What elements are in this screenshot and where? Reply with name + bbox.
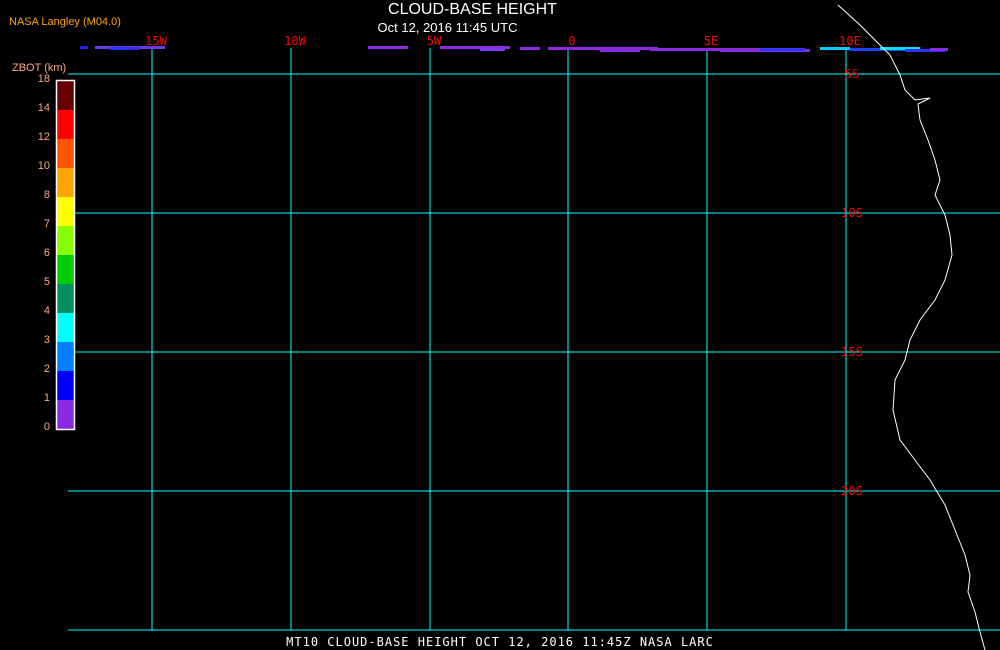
longitude-label: 10E bbox=[839, 34, 861, 48]
latitude-label: 20S bbox=[841, 484, 863, 498]
grid-labels: 15W 10W 5W 0 5E 10E 5S 10S 15S 20S bbox=[145, 34, 863, 498]
longitude-label: 15W bbox=[145, 34, 167, 48]
footer-caption: MT10 CLOUD-BASE HEIGHT OCT 12, 2016 11:4… bbox=[286, 635, 714, 649]
colorbar-swatch bbox=[57, 226, 74, 255]
latitude-label: 15S bbox=[841, 345, 863, 359]
colorbar-swatch bbox=[57, 139, 74, 168]
cloud-pixels bbox=[80, 46, 88, 49]
colorbar-tick-label: 18 bbox=[37, 73, 50, 85]
cloud-pixels bbox=[368, 46, 408, 49]
cloud-data bbox=[80, 46, 948, 52]
latitude-label: 10S bbox=[841, 206, 863, 220]
colorbar-swatch bbox=[57, 110, 74, 139]
coastline bbox=[837, 4, 986, 650]
timestamp: Oct 12, 2016 11:45 UTC bbox=[377, 20, 518, 35]
colorbar-swatch bbox=[57, 255, 74, 284]
colorbar-tick-label: 5 bbox=[43, 276, 50, 288]
colorbar-tick-label: 3 bbox=[43, 334, 50, 346]
colorbar-tick-label: 4 bbox=[43, 305, 50, 317]
colorbar-tick-label: 8 bbox=[43, 189, 50, 201]
colorbar-swatch bbox=[57, 168, 74, 197]
page-title: CLOUD-BASE HEIGHT bbox=[388, 1, 557, 18]
colorbar-tick-label: 7 bbox=[43, 218, 50, 230]
colorbar-tick-label: 2 bbox=[43, 363, 50, 375]
cloud-pixels bbox=[600, 49, 640, 52]
colorbar-tick-label: 14 bbox=[37, 102, 50, 114]
graticule bbox=[68, 48, 1000, 631]
colorbar-swatch bbox=[57, 313, 74, 342]
map-canvas: 15W 10W 5W 0 5E 10E 5S 10S 15S 20S bbox=[55, 4, 1000, 650]
colorbar-swatch bbox=[57, 400, 74, 429]
organization-label: NASA Langley (M04.0) bbox=[9, 16, 121, 28]
colorbar-swatch bbox=[57, 197, 74, 226]
longitude-label: 5E bbox=[704, 34, 718, 48]
colorbar-tick-label: 10 bbox=[37, 160, 50, 172]
cloud-pixels bbox=[480, 48, 505, 51]
colorbar-tick-label: 0 bbox=[43, 421, 50, 433]
longitude-label: 0 bbox=[568, 34, 575, 48]
cloud-pixels bbox=[520, 47, 540, 50]
colorbar-tick-label: 1 bbox=[43, 392, 50, 404]
longitude-label: 5W bbox=[427, 34, 442, 48]
colorbar-tick-label: 12 bbox=[37, 131, 50, 143]
cloud-pixels bbox=[930, 48, 948, 51]
colorbar-swatch bbox=[57, 371, 74, 400]
latitude-label: 5S bbox=[845, 67, 859, 81]
colorbar-swatch bbox=[57, 81, 74, 110]
colorbar bbox=[55, 79, 76, 431]
colorbar-tick-label: 6 bbox=[43, 247, 50, 259]
longitude-label: 10W bbox=[284, 34, 306, 48]
cloud-pixels bbox=[110, 47, 140, 50]
cloud-pixels bbox=[760, 48, 805, 51]
colorbar-swatch bbox=[57, 284, 74, 313]
colorbar-swatch bbox=[57, 342, 74, 371]
